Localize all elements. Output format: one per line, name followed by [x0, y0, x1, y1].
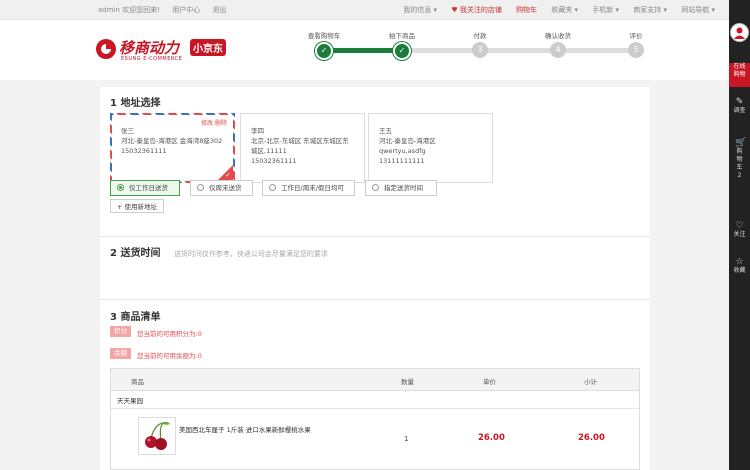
progress-line-todo [402, 48, 636, 53]
order-progress: 查看购物车 ✓ 拍下商品 ✓ 付款 3 确认收货 4 评价 5 [300, 28, 650, 68]
brand-name: 移商动力 [119, 39, 180, 57]
delivery-option-specified[interactable]: 指定送货时间 [365, 180, 437, 196]
option-label: 仅工作日送货 [129, 184, 168, 192]
option-label: 工作日/周末/假日均可 [281, 184, 344, 192]
step-label-view-cart: 查看购物车 [307, 32, 341, 40]
top-bar-left: admin 欢迎您回来! 用户中心 退出 [98, 5, 236, 15]
edit-icon: ✎ [735, 97, 744, 107]
shop-row: 天天果园 [111, 390, 639, 409]
brand-english: ESUNG E-COMMERCE [121, 56, 183, 62]
site-nav-link[interactable]: 网站导航 ▾ [681, 6, 715, 14]
delivery-section-title: 2 送货时间 送货时间仅作参考，快递公司会尽量满足您的要求 [110, 244, 328, 259]
site-logo[interactable]: 移商动力 小京东 ESUNG E-COMMERCE [94, 37, 244, 65]
shop-name[interactable]: 天天果园 [117, 395, 143, 405]
merchant-support-link[interactable]: 商家支持 ▾ [633, 6, 667, 14]
address-phone: 15032361111 [121, 147, 167, 155]
delivery-hint: 送货时间仅作参考，快递公司会尽量满足您的要求 [173, 250, 328, 258]
top-bar: admin 欢迎您回来! 用户中心 退出 我的信息 ▾ ♥ 我关注的店铺 购物车… [0, 0, 729, 20]
col-goods: 商品 [131, 378, 144, 386]
check-icon: ✓ [225, 171, 231, 179]
step-number: 4 [550, 42, 566, 58]
step-label-pay: 付款 [473, 32, 487, 40]
address-name: 李四 [251, 127, 264, 135]
col-subtotal: 小计 [584, 378, 597, 386]
balance-badge: 余额 [110, 348, 131, 359]
user-icon [734, 27, 745, 39]
cart-label: 购物车 [736, 148, 743, 171]
favorite-button[interactable]: ☆ 收藏 [729, 258, 750, 275]
radio-icon [372, 184, 379, 191]
cart-count: 2 [737, 172, 742, 179]
product-qty: 1 [404, 435, 409, 443]
step-label-review: 评价 [629, 32, 643, 40]
goods-section-title: 3 商品清单 [110, 312, 161, 323]
address-detail: 河北-秦皇岛-海港区 qwertyu,asdfg [379, 137, 436, 155]
mobile-link[interactable]: 手机新 ▾ [592, 6, 619, 14]
product-price: 26.00 [478, 433, 505, 443]
top-bar-right: 我的信息 ▾ ♥ 我关注的店铺 购物车 收藏夹 ▾ 手机新 ▾ 商家支持 ▾ 网… [391, 5, 715, 15]
col-price: 单价 [483, 378, 496, 386]
my-info-link[interactable]: 我的信息 ▾ [403, 6, 437, 14]
brand-tag: 小京东 [190, 39, 226, 56]
add-address-button[interactable]: + 使用新地址 [110, 199, 165, 213]
points-badge: 积分 [110, 326, 131, 337]
col-qty: 数量 [401, 378, 414, 386]
section-divider [100, 236, 650, 237]
option-label: 仅周末送货 [209, 184, 242, 192]
goods-table: 商品 数量 单价 小计 天天果园 美国西北车厘子 1斤装 进口水果新鲜樱桃水果 … [110, 368, 640, 470]
points-text: 您当前的可用积分为:0 [137, 330, 202, 338]
address-detail: 河北-秦皇岛-海港区 金海湾8座302 [121, 137, 223, 145]
balance-text: 您当前的可用余额为:0 [137, 352, 202, 360]
step-label-place-order: 拍下商品 [389, 32, 415, 40]
radio-icon [117, 184, 124, 191]
delivery-option-weekend[interactable]: 仅周末送货 [190, 180, 253, 196]
delivery-option-anytime[interactable]: 工作日/周末/假日均可 [262, 180, 355, 196]
product-subtotal: 26.00 [578, 433, 605, 443]
cart-button[interactable]: 🛒 购物车 2 [729, 139, 750, 180]
favorite-label: 收藏 [733, 267, 746, 274]
product-name[interactable]: 美国西北车厘子 1斤装 进口水果新鲜樱桃水果 [179, 424, 311, 434]
follow-label: 关注 [733, 231, 746, 238]
right-toolbar: 在线购物 ✎ 调查 🛒 购物车 2 ♡ 关注 ☆ 收藏 [729, 0, 750, 470]
step-number: 5 [628, 42, 644, 58]
address-name: 王五 [379, 127, 392, 135]
step-check-icon: ✓ [393, 42, 411, 60]
table-header: 商品 数量 单价 小计 [111, 369, 639, 391]
step-number: 3 [472, 42, 488, 58]
survey-button[interactable]: ✎ 调查 [729, 98, 750, 115]
heart-icon: ♡ [735, 221, 744, 231]
delivery-option-workday[interactable]: 仅工作日送货 [110, 180, 180, 196]
step-check-icon: ✓ [315, 42, 333, 60]
user-center-link[interactable]: 用户中心 [172, 6, 200, 14]
star-icon: ☆ [735, 257, 744, 267]
logout-link[interactable]: 退出 [212, 6, 226, 14]
survey-label: 调查 [733, 107, 746, 114]
address-section-title: 1 地址选择 [110, 98, 161, 109]
address-card[interactable]: 修改 删除 张三 河北-秦皇岛-海港区 金海湾8座302 15032361111… [110, 113, 235, 183]
product-thumbnail[interactable] [138, 417, 176, 455]
goods-section: 3 商品清单 积分 您当前的可用积分为:0 余额 您当前的可用余额为:0 商品 … [100, 300, 650, 470]
address-card[interactable]: 李四 北京-北京-东城区 东城区东城区东城区,11111 15032361111 [240, 113, 365, 183]
online-shopping-button[interactable]: 在线购物 [729, 63, 750, 87]
radio-icon [269, 184, 276, 191]
address-phone: 13111111111 [379, 157, 425, 165]
step-label-confirm: 确认收货 [545, 32, 571, 40]
cart-link[interactable]: 购物车 [516, 6, 537, 14]
address-edit-delete[interactable]: 修改 删除 [201, 119, 227, 129]
follow-button[interactable]: ♡ 关注 [729, 222, 750, 239]
address-detail: 北京-北京-东城区 东城区东城区东城区,11111 [251, 137, 349, 155]
welcome-text: admin 欢迎您回来! [98, 6, 160, 14]
option-label: 指定送货时间 [384, 184, 423, 192]
cart-icon: 🛒 [735, 138, 747, 148]
avatar[interactable] [730, 23, 749, 42]
radio-icon [197, 184, 204, 191]
address-phone: 15032361111 [251, 157, 297, 165]
cherry-icon [139, 418, 175, 454]
progress-line-done [324, 48, 402, 53]
delivery-title-text: 2 送货时间 [110, 248, 161, 259]
address-card[interactable]: 王五 河北-秦皇岛-海港区 qwertyu,asdfg 13111111111 [368, 113, 493, 183]
favorites-link[interactable]: 收藏夹 ▾ [551, 6, 578, 14]
followed-shops-link[interactable]: ♥ 我关注的店铺 [451, 6, 502, 14]
